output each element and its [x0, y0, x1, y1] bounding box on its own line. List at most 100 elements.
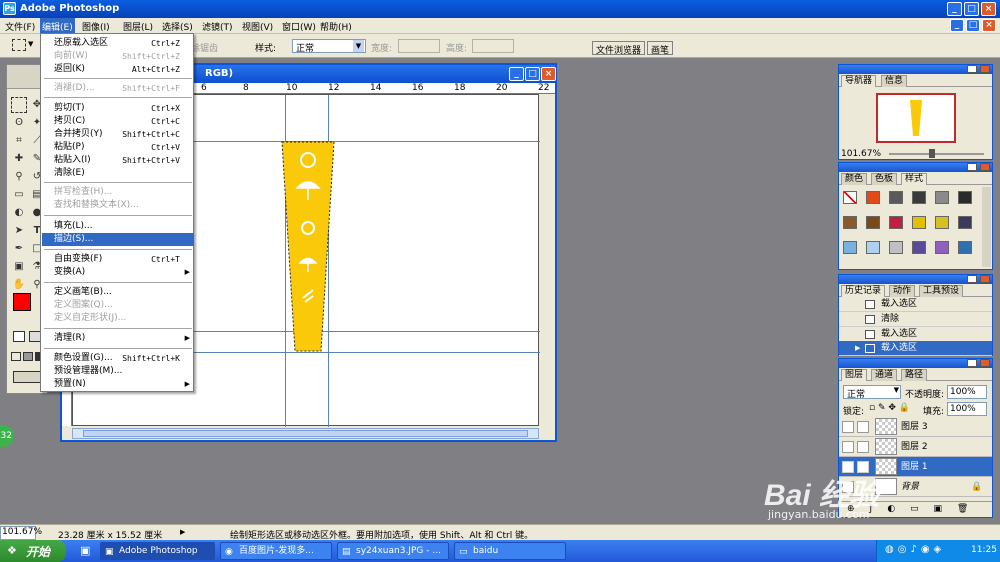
- style-swatch[interactable]: [843, 191, 857, 204]
- menu-item-free-transform[interactable]: 自由变换(F) Ctrl+T: [42, 253, 194, 266]
- task-image-viewer[interactable]: ▤ sy24xuan3.JPG - ...: [337, 542, 449, 560]
- dropdown-arrow-icon[interactable]: ▼: [28, 40, 33, 48]
- history-item[interactable]: 载入选区: [839, 327, 992, 342]
- history-item[interactable]: 清除: [839, 312, 992, 327]
- menu-item-fade[interactable]: 消褪(D)... Shift+Ctrl+F: [42, 82, 194, 95]
- blur-icon[interactable]: ◐: [11, 205, 27, 221]
- link-icon[interactable]: [857, 441, 869, 453]
- height-input[interactable]: [472, 39, 514, 53]
- link-icon[interactable]: [857, 421, 869, 433]
- eye-visibility-icon[interactable]: [842, 441, 854, 453]
- style-swatch[interactable]: [889, 216, 903, 229]
- menu-item-define-brush[interactable]: 定义画笔(B)...: [42, 286, 194, 299]
- crop-icon[interactable]: ⌗: [11, 133, 27, 149]
- tab-layers[interactable]: 图层: [841, 369, 868, 381]
- menu-item-cut[interactable]: 剪切(T) Ctrl+X: [42, 102, 194, 115]
- style-swatch[interactable]: [912, 216, 926, 229]
- style-swatch[interactable]: [889, 241, 903, 254]
- style-swatch[interactable]: [958, 216, 972, 229]
- chevron-down-icon[interactable]: ▼: [353, 40, 364, 52]
- chevron-down-icon[interactable]: ▼: [894, 386, 899, 394]
- tab-tool-presets[interactable]: 工具预设: [919, 285, 964, 297]
- panel-titlebar[interactable]: [839, 275, 992, 284]
- panel-titlebar[interactable]: [839, 359, 992, 368]
- style-swatch[interactable]: [889, 191, 903, 204]
- menu-item-purge[interactable]: 清理(R) ▶: [42, 332, 194, 345]
- hand-icon[interactable]: ✋: [11, 277, 27, 293]
- menu-item-paste-into[interactable]: 粘贴入(I) Shift+Ctrl+V: [42, 154, 194, 167]
- foreground-color-swatch[interactable]: [13, 293, 31, 311]
- tab-color[interactable]: 颜色: [841, 173, 868, 185]
- doc-minimize-button[interactable]: _: [950, 19, 964, 32]
- lasso-icon[interactable]: ʘ: [11, 115, 27, 131]
- status-menu-arrow-icon[interactable]: ▶: [180, 528, 185, 536]
- path-select-icon[interactable]: ➤: [11, 223, 27, 239]
- blend-mode-select[interactable]: 正常 ▼: [843, 385, 901, 400]
- tab-navigator[interactable]: 导航器: [841, 75, 877, 87]
- width-input[interactable]: [398, 39, 440, 53]
- task-browser[interactable]: ◉ 百度图片-发现多...: [220, 542, 332, 560]
- menu-image[interactable]: 图像(I): [82, 20, 110, 33]
- menu-item-paste[interactable]: 粘贴(P) Ctrl+V: [42, 141, 194, 154]
- tab-channels[interactable]: 通道: [871, 369, 898, 381]
- panel-minimize-icon[interactable]: [967, 163, 977, 171]
- navigator-zoom[interactable]: 101.67%: [841, 149, 881, 159]
- history-item[interactable]: 载入选区: [839, 297, 992, 312]
- lock-icons[interactable]: ▫ ✎ ✥ 🔒: [869, 403, 910, 413]
- style-swatch[interactable]: [866, 191, 880, 204]
- minimize-button[interactable]: _: [947, 2, 962, 16]
- start-button[interactable]: ❖ 开始: [0, 540, 66, 562]
- menu-item-fill[interactable]: 填充(L)...: [42, 220, 194, 233]
- tray-icons[interactable]: ◍◎♪◉◈: [885, 544, 945, 555]
- opacity-input[interactable]: 100%: [947, 385, 987, 399]
- style-swatch[interactable]: [843, 241, 857, 254]
- tab-file-browser[interactable]: 文件浏览器: [592, 41, 646, 56]
- navigator-zoom-slider[interactable]: [889, 153, 984, 155]
- doc-window-maximize-button[interactable]: □: [525, 67, 540, 81]
- task-photoshop[interactable]: ▣ Adobe Photoshop: [100, 542, 215, 560]
- maximize-button[interactable]: □: [964, 2, 979, 16]
- style-swatch[interactable]: [935, 241, 949, 254]
- panel-close-icon[interactable]: [980, 163, 990, 171]
- style-swatch[interactable]: [866, 241, 880, 254]
- marquee-icon[interactable]: [11, 97, 27, 113]
- horizontal-scrollbar[interactable]: [72, 428, 539, 439]
- side-badge[interactable]: 32: [0, 425, 14, 447]
- layer-row[interactable]: 图层 2: [839, 437, 992, 457]
- eye-visibility-icon[interactable]: [842, 421, 854, 433]
- style-swatch[interactable]: [866, 216, 880, 229]
- menu-window[interactable]: 窗口(W): [282, 20, 316, 33]
- eraser-icon[interactable]: ▭: [11, 187, 27, 203]
- layer-row[interactable]: 图层 3: [839, 417, 992, 437]
- notes-icon[interactable]: ▣: [11, 259, 27, 275]
- standard-mode-icon[interactable]: [13, 331, 25, 342]
- menu-edit[interactable]: 编辑(E): [40, 18, 75, 34]
- menu-item-undo[interactable]: 还原载入选区 Ctrl+Z: [42, 37, 194, 50]
- menu-item-define-custom-shape[interactable]: 定义自定形状(J)...: [42, 312, 194, 325]
- app-titlebar[interactable]: Ps Adobe Photoshop _ □ ×: [0, 0, 1000, 18]
- screen-mode-full-menu-icon[interactable]: [23, 352, 33, 361]
- menu-item-transform[interactable]: 变换(A) ▶: [42, 266, 194, 279]
- menu-item-color-settings[interactable]: 颜色设置(G)... Shift+Ctrl+K: [42, 352, 194, 365]
- menu-layer[interactable]: 图层(L): [123, 20, 153, 33]
- menu-file[interactable]: 文件(F): [5, 20, 35, 33]
- navigator-preview[interactable]: [876, 93, 956, 143]
- style-swatch[interactable]: [935, 216, 949, 229]
- menu-item-preset-manager[interactable]: 预设管理器(M)...: [42, 365, 194, 378]
- screen-mode-standard-icon[interactable]: [11, 352, 21, 361]
- doc-close-button[interactable]: ×: [982, 19, 996, 32]
- doc-window-close-button[interactable]: ×: [541, 67, 556, 81]
- menu-item-step-forward[interactable]: 向前(W) Shift+Ctrl+Z: [42, 50, 194, 63]
- stamp-icon[interactable]: ⚲: [11, 169, 27, 185]
- marquee-tool-icon[interactable]: [12, 39, 26, 51]
- doc-window-minimize-button[interactable]: _: [509, 67, 524, 81]
- panel-titlebar[interactable]: [839, 163, 992, 172]
- menu-item-find-replace[interactable]: 查找和替换文本(X)...: [42, 199, 194, 212]
- zoom-slider-thumb[interactable]: [929, 149, 935, 158]
- healing-icon[interactable]: ✚: [11, 151, 27, 167]
- close-button[interactable]: ×: [981, 2, 996, 16]
- tab-brushes[interactable]: 画笔: [647, 41, 674, 56]
- quick-launch-icon[interactable]: ▣: [80, 544, 90, 557]
- yellow-shape[interactable]: [278, 138, 338, 354]
- panel-close-icon[interactable]: [980, 65, 990, 73]
